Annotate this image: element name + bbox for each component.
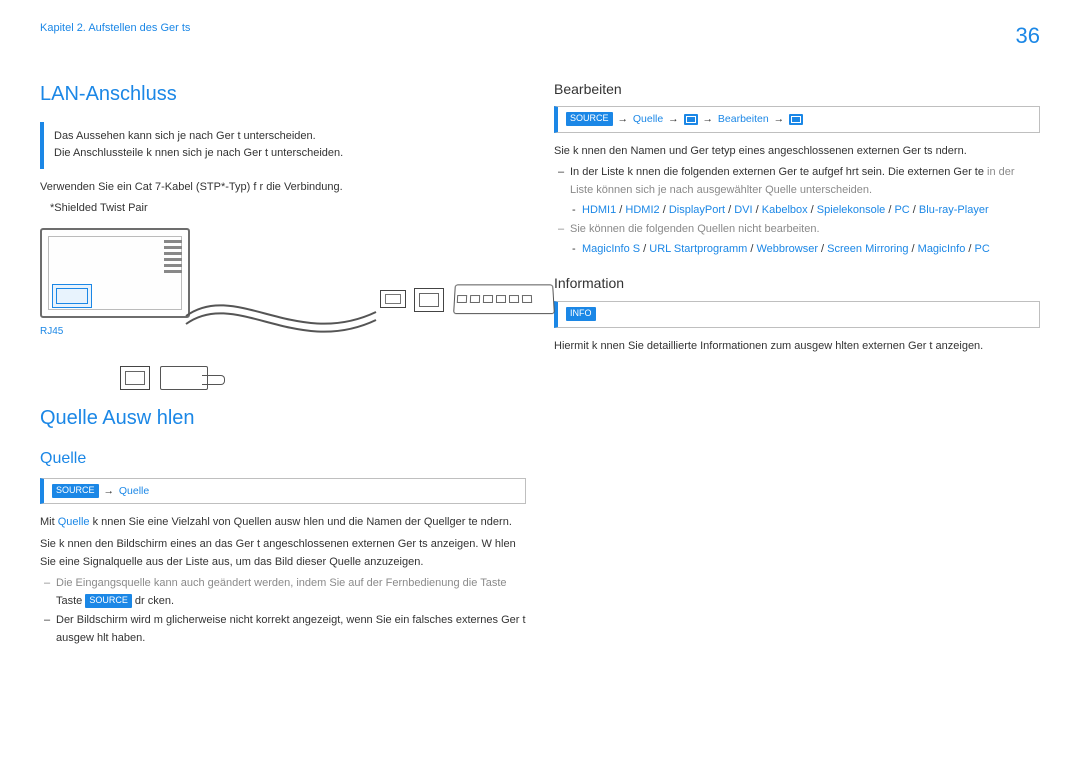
heading-lan: LAN-Anschluss xyxy=(40,78,526,110)
info-box-appearance: Das Aussehen kann sich je nach Ger t unt… xyxy=(40,122,526,169)
src: PC xyxy=(975,243,990,255)
chapter-heading: Kapitel 2. Aufstellen des Ger ts xyxy=(40,20,1040,38)
arrow-icon: → xyxy=(666,111,681,128)
quelle-usage: Sie k nnen den Bildschirm eines an das G… xyxy=(40,536,526,571)
src: DisplayPort xyxy=(669,204,725,216)
src: URL Startprogramm xyxy=(649,243,747,255)
up-button-icon xyxy=(684,114,698,125)
rj45-label: RJ45 xyxy=(40,324,63,340)
text: Die Eingangsquelle kann auch geändert we… xyxy=(56,577,507,589)
arrow-icon: → xyxy=(700,111,715,128)
left-column: LAN-Anschluss Das Aussehen kann sich je … xyxy=(40,78,526,650)
src: DVI xyxy=(734,204,752,216)
src: MagicInfo xyxy=(918,243,966,255)
nav-step: Quelle xyxy=(633,113,663,125)
arrow-icon: → xyxy=(615,111,630,128)
page-number: 36 xyxy=(1016,18,1040,53)
note-uneditable: Sie können die folgenden Quellen nicht b… xyxy=(554,221,1040,239)
information-description: Hiermit k nnen Sie detaillierte Informat… xyxy=(554,338,1040,356)
text: Mit xyxy=(40,516,58,528)
nav-path-bearbeiten: SOURCE → Quelle → → Bearbeiten → xyxy=(554,106,1040,133)
two-column-layout: LAN-Anschluss Das Aussehen kann sich je … xyxy=(40,78,1040,650)
quelle-keyword: Quelle xyxy=(58,516,90,528)
enter-button-icon xyxy=(789,114,803,125)
rj45-port-icon xyxy=(52,284,92,308)
src: Screen Mirroring xyxy=(827,243,908,255)
src: Webbrowser xyxy=(756,243,818,255)
note-wrong-source: Der Bildschirm wird m glicherweise nicht… xyxy=(40,612,526,647)
source-button-tag: SOURCE xyxy=(85,594,132,608)
stp-note: *Shielded Twist Pair xyxy=(40,200,526,218)
subheading-bearbeiten: Bearbeiten xyxy=(554,78,1040,100)
source-button-tag: SOURCE xyxy=(566,112,613,126)
heading-quelle-auswaehlen: Quelle Ausw hlen xyxy=(40,402,526,434)
cable-icon xyxy=(176,290,394,342)
subheading-quelle: Quelle xyxy=(40,446,526,472)
src: Blu-ray-Player xyxy=(919,204,989,216)
src: Spielekonsole xyxy=(817,204,886,216)
nav-step: Bearbeiten xyxy=(718,113,769,125)
quelle-description: Mit Quelle k nnen Sie eine Vielzahl von … xyxy=(40,514,526,532)
lan-diagram: RJ45 xyxy=(40,222,526,402)
source-list-editable: HDMI1 / HDMI2 / DisplayPort / DVI / Kabe… xyxy=(554,202,1040,220)
info-button-tag: INFO xyxy=(566,307,596,321)
src: MagicInfo S xyxy=(582,243,640,255)
rj45-plug-icon xyxy=(380,290,406,308)
note-external-list: In der Liste k nnen die folgenden extern… xyxy=(554,164,1040,199)
subheading-information: Information xyxy=(554,272,1040,294)
source-button-tag: SOURCE xyxy=(52,484,99,498)
src: Kabelbox xyxy=(762,204,808,216)
cable-connector-icon xyxy=(160,366,208,390)
device-rear-icon xyxy=(40,228,190,318)
nav-step: Quelle xyxy=(119,485,149,497)
lan-jack-icon xyxy=(120,366,150,390)
text: k nnen Sie eine Vielzahl von Quellen aus… xyxy=(90,516,512,528)
source-list-uneditable: MagicInfo S / URL Startprogramm / Webbro… xyxy=(554,241,1040,259)
right-column: Bearbeiten SOURCE → Quelle → → Bearbeite… xyxy=(554,78,1040,650)
nav-path-quelle: SOURCE → Quelle xyxy=(40,478,526,505)
src: HDMI2 xyxy=(625,204,659,216)
cable-instruction: Verwenden Sie ein Cat 7-Kabel (STP*-Typ)… xyxy=(40,179,526,197)
network-switch-icon xyxy=(453,284,555,314)
info-line: Die Anschlussteile k nnen sich je nach G… xyxy=(54,145,516,163)
lan-jack-icon xyxy=(414,288,444,312)
src: HDMI1 xyxy=(582,204,616,216)
info-line: Das Aussehen kann sich je nach Ger t unt… xyxy=(54,128,516,146)
note-remote: Die Eingangsquelle kann auch geändert we… xyxy=(40,575,526,610)
nav-path-info: INFO xyxy=(554,301,1040,328)
text: dr cken. xyxy=(132,595,174,607)
src: PC xyxy=(894,204,909,216)
arrow-icon: → xyxy=(772,111,787,128)
bearbeiten-description: Sie k nnen den Namen und Ger tetyp eines… xyxy=(554,143,1040,161)
arrow-icon: → xyxy=(101,483,116,500)
